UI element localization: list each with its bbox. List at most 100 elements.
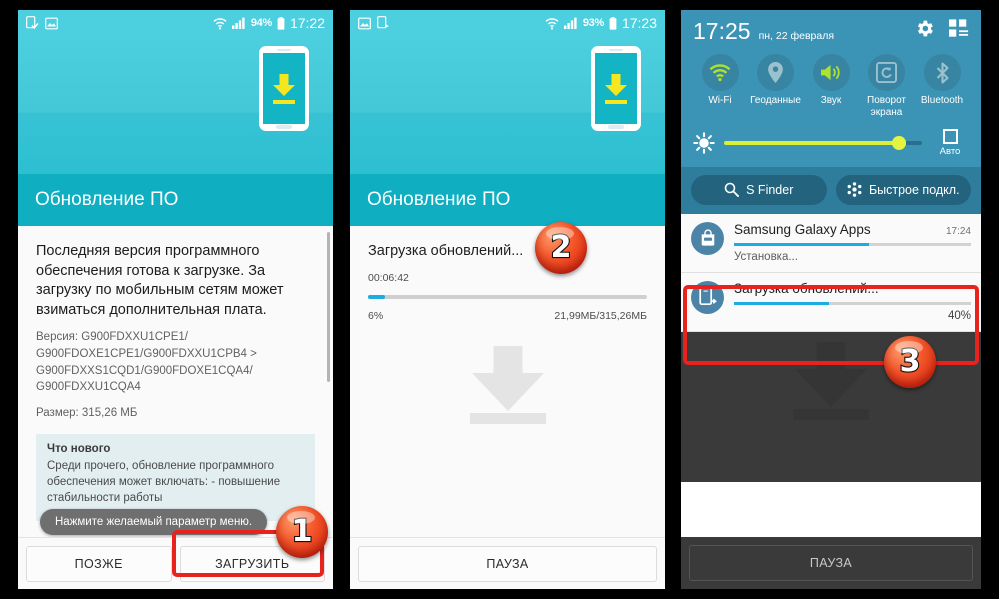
step-badge-2: 2	[535, 222, 587, 274]
signal-icon	[231, 17, 245, 29]
location-pin-icon	[768, 62, 783, 83]
shade-date: пн, 22 февраля	[758, 30, 835, 42]
notification-software-update[interactable]: Загрузка обновлений... 40%	[681, 272, 981, 332]
download-percent: 6%	[368, 310, 384, 322]
shade-header-icons	[914, 18, 969, 39]
action-button-bar-3: ПАУЗА	[681, 537, 981, 589]
dimmed-background-area	[681, 331, 981, 482]
brightness-auto-toggle[interactable]: Авто	[931, 128, 969, 157]
battery-percent: 94%	[250, 17, 272, 29]
notification-title: Samsung Galaxy Apps	[734, 221, 871, 237]
battery-percent-2: 93%	[582, 17, 604, 29]
whats-new-title: Что нового	[47, 442, 111, 455]
notification-percent: 40%	[947, 309, 971, 322]
scrollbar-thumb[interactable]	[327, 232, 330, 382]
download-size: 21,99МБ/315,26МБ	[554, 310, 647, 322]
notification-time: 17:24	[945, 225, 971, 237]
download-arrow-icon	[271, 73, 297, 104]
status-bar: 94% 17:22	[18, 10, 333, 36]
quick-toggle-sound[interactable]: Звук	[804, 54, 858, 119]
notification-software-update-body: Загрузка обновлений... 40%	[734, 281, 971, 322]
status-bar-left-icons	[26, 16, 58, 30]
notification-progress-bar	[734, 301, 971, 305]
quick-toggle-wifi-circle	[701, 54, 739, 91]
quick-connect-button[interactable]: Быстрое подкл.	[835, 174, 971, 205]
pause-button[interactable]: ПАУЗА	[358, 545, 657, 582]
wifi-icon	[545, 17, 559, 29]
download-status-title: Загрузка обновлений...	[368, 243, 524, 259]
quick-toggle-location-label: Геоданные	[750, 95, 801, 106]
status-bar-left-icons-2	[358, 16, 390, 30]
quick-settings-header: 17:25 пн, 22 февраля	[693, 18, 969, 45]
update-size-text: Размер: 315,26 МБ	[36, 406, 138, 419]
page-title-2: Обновление ПО	[367, 189, 511, 210]
galaxy-apps-bag-icon	[701, 229, 714, 246]
quick-toggle-row: Wi-Fi Геоданные Звук Поворот экрана Blue…	[693, 54, 969, 119]
action-button-bar-2: ПАУЗА	[350, 537, 665, 589]
sound-icon	[820, 64, 840, 81]
auto-checkbox[interactable]	[942, 128, 958, 144]
phone-home-button-detail	[608, 125, 624, 129]
phone-home-button-detail	[276, 125, 292, 129]
step-badge-2-label: 2	[549, 230, 572, 265]
update-version-text: Версия: G900FDXXU1CPE1/ G900FDOXE1CPE1/G…	[36, 331, 257, 394]
quick-toggle-bluetooth[interactable]: Bluetooth	[915, 54, 969, 119]
download-arrow-icon	[603, 73, 629, 104]
notification-subtitle: Установка...	[734, 250, 798, 263]
notification-software-update-head: Загрузка обновлений...	[734, 281, 971, 296]
page-title-bar-2: Обновление ПО	[350, 174, 665, 226]
brightness-slider[interactable]	[724, 135, 922, 150]
software-update-icon	[377, 16, 389, 29]
quick-connect-label: Быстрое подкл.	[868, 182, 960, 197]
brightness-slider-knob[interactable]	[892, 135, 907, 150]
download-progress-fill	[368, 295, 385, 299]
quick-toggle-wifi-label: Wi-Fi	[708, 95, 732, 106]
phone-speaker-detail	[609, 49, 623, 51]
step-badge-1-label: 1	[290, 514, 313, 549]
quick-toggle-screen-rotation[interactable]: Поворот экрана	[860, 54, 914, 119]
later-button[interactable]: ПОЗЖЕ	[26, 545, 172, 582]
quick-toggle-wifi[interactable]: Wi-Fi	[693, 54, 747, 119]
signal-icon	[563, 17, 577, 29]
update-lead-text: Последняя версия программного обеспечени…	[36, 243, 284, 318]
elapsed-time: 00:06:42	[368, 272, 409, 284]
pause-button-dim[interactable]: ПАУЗА	[689, 545, 973, 581]
download-watermark-icon-dim	[792, 341, 870, 420]
gear-icon[interactable]	[914, 18, 935, 39]
shade-action-row: S Finder Быстрое подкл.	[681, 166, 981, 214]
phone-speaker-detail	[277, 49, 291, 51]
download-progress-body: Загрузка обновлений... 00:06:42 6% 21,99…	[350, 226, 665, 589]
s-finder-button[interactable]: S Finder	[691, 174, 827, 205]
bluetooth-icon	[936, 61, 949, 84]
status-clock: 17:22	[289, 15, 325, 31]
notification-title: Загрузка обновлений...	[734, 280, 879, 296]
whats-new-body: Среди прочего, обновление программного о…	[47, 459, 281, 505]
quick-settings-grid-icon[interactable]	[949, 19, 969, 38]
hero-illustration-area-2	[350, 36, 665, 174]
software-update-phone-icon	[698, 287, 717, 306]
auto-label: Авто	[939, 145, 961, 157]
wifi-icon	[213, 17, 227, 29]
quick-toggle-location-circle	[757, 54, 794, 91]
screenshot-icon	[358, 17, 371, 29]
s-finder-label: S Finder	[746, 182, 794, 197]
download-progress-bar	[368, 295, 647, 299]
notification-galaxy-apps-body: Samsung Galaxy Apps 17:24 Установка...	[734, 222, 971, 263]
quick-toggle-rotation-label-sound: Звук	[820, 95, 842, 106]
download-progress-labels: 6% 21,99МБ/315,26МБ	[368, 310, 647, 322]
quick-toggle-bluetooth-circle	[923, 54, 961, 91]
battery-icon	[609, 16, 617, 30]
quick-settings-panel: 17:25 пн, 22 февраля Wi-Fi Геоданные Зву…	[681, 10, 981, 167]
quick-toggle-sound-circle	[812, 54, 850, 91]
quick-connect-icon	[847, 182, 862, 197]
status-clock-2: 17:23	[621, 15, 657, 31]
screenshot-icon	[45, 17, 58, 29]
quick-toggle-location[interactable]: Геоданные	[749, 54, 803, 119]
phone-download-illustration	[259, 46, 309, 131]
search-icon	[724, 182, 740, 198]
notification-galaxy-apps[interactable]: Samsung Galaxy Apps 17:24 Установка...	[681, 213, 981, 273]
step-badge-3: 3	[884, 336, 936, 388]
brightness-row: Авто	[693, 128, 969, 157]
whats-new-box: Что нового Среди прочего, обновление про…	[36, 433, 315, 521]
software-update-icon	[691, 280, 724, 314]
